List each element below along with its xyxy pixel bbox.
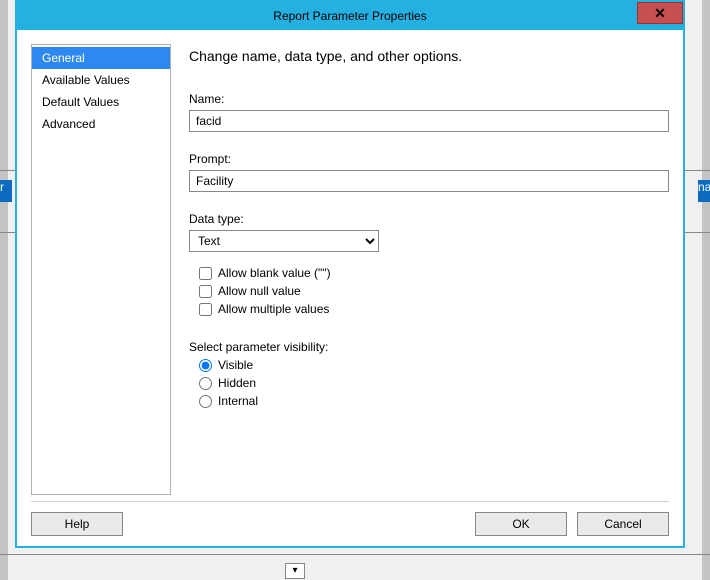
visibility-internal-radio[interactable] xyxy=(199,395,212,408)
allow-null-checkbox[interactable] xyxy=(199,285,212,298)
nav-item-advanced[interactable]: Advanced xyxy=(32,113,170,135)
visibility-visible-label: Visible xyxy=(218,358,253,372)
button-row: Help OK Cancel xyxy=(31,502,669,536)
content-pane: Change name, data type, and other option… xyxy=(189,44,669,495)
background-tab-left: r xyxy=(0,180,12,202)
nav-item-label: Available Values xyxy=(42,73,130,87)
allow-multi-label: Allow multiple values xyxy=(218,302,329,316)
main-row: General Available Values Default Values … xyxy=(31,44,669,495)
nav-item-label: Default Values xyxy=(42,95,119,109)
window-title: Report Parameter Properties xyxy=(273,9,426,23)
dialog-window: Report Parameter Properties ✕ General Av… xyxy=(15,0,685,548)
visibility-visible-row[interactable]: Visible xyxy=(199,358,669,372)
visibility-hidden-radio[interactable] xyxy=(199,377,212,390)
close-icon: ✕ xyxy=(654,5,666,22)
client-area: General Available Values Default Values … xyxy=(17,30,683,546)
datatype-select[interactable]: Text xyxy=(189,230,379,252)
visibility-internal-label: Internal xyxy=(218,394,258,408)
background-mini-dropdown: ▾ xyxy=(285,563,305,579)
close-button[interactable]: ✕ xyxy=(637,2,683,24)
prompt-input[interactable] xyxy=(189,170,669,192)
visibility-visible-radio[interactable] xyxy=(199,359,212,372)
nav-item-label: Advanced xyxy=(42,117,95,131)
nav-item-available-values[interactable]: Available Values xyxy=(32,69,170,91)
visibility-hidden-row[interactable]: Hidden xyxy=(199,376,669,390)
background-right-strip xyxy=(702,0,710,580)
visibility-label: Select parameter visibility: xyxy=(189,340,669,354)
allow-null-row[interactable]: Allow null value xyxy=(199,284,669,298)
background-line xyxy=(0,554,710,555)
help-button[interactable]: Help xyxy=(31,512,123,536)
allow-blank-checkbox[interactable] xyxy=(199,267,212,280)
visibility-hidden-label: Hidden xyxy=(218,376,256,390)
allow-blank-label: Allow blank value ("") xyxy=(218,266,331,280)
titlebar: Report Parameter Properties ✕ xyxy=(17,2,683,30)
datatype-label: Data type: xyxy=(189,212,669,226)
nav-item-default-values[interactable]: Default Values xyxy=(32,91,170,113)
allow-blank-row[interactable]: Allow blank value ("") xyxy=(199,266,669,280)
name-label: Name: xyxy=(189,92,669,106)
nav-item-general[interactable]: General xyxy=(32,47,170,69)
prompt-label: Prompt: xyxy=(189,152,669,166)
allow-null-label: Allow null value xyxy=(218,284,301,298)
nav-list: General Available Values Default Values … xyxy=(31,44,171,495)
allow-multi-row[interactable]: Allow multiple values xyxy=(199,302,669,316)
allow-multi-checkbox[interactable] xyxy=(199,303,212,316)
background-tab-right: na xyxy=(698,180,710,202)
cancel-button[interactable]: Cancel xyxy=(577,512,669,536)
visibility-internal-row[interactable]: Internal xyxy=(199,394,669,408)
background-left-strip xyxy=(0,0,8,580)
pane-heading: Change name, data type, and other option… xyxy=(189,48,669,64)
ok-button[interactable]: OK xyxy=(475,512,567,536)
name-input[interactable] xyxy=(189,110,669,132)
nav-item-label: General xyxy=(42,51,85,65)
